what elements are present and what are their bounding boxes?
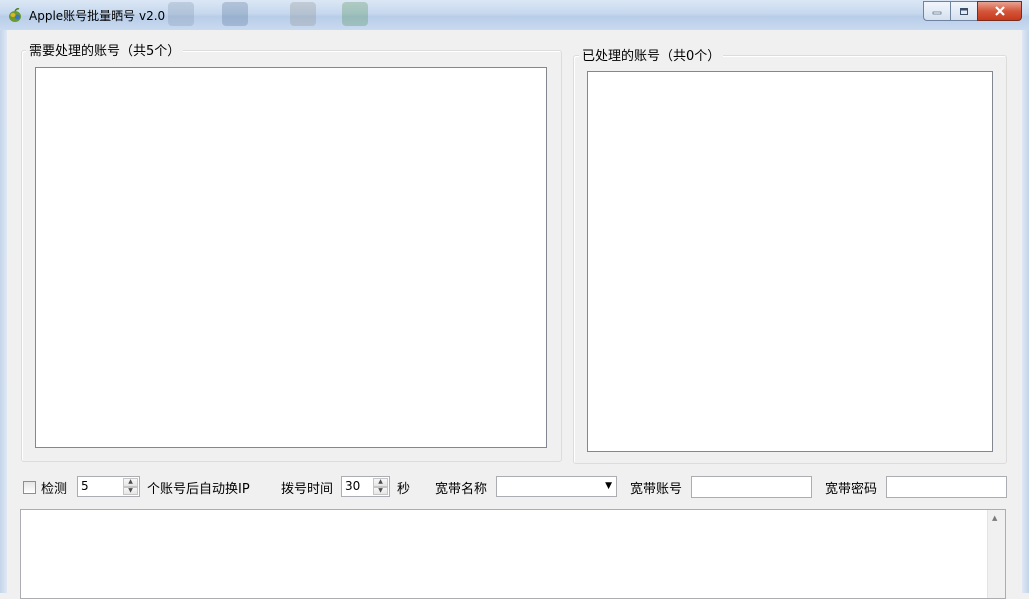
window-controls [923,1,1022,21]
spin-up-icon[interactable]: ▲ [123,478,138,487]
title-bar[interactable]: Apple账号批量晒号 v2.0 [0,0,1029,31]
scroll-up-icon[interactable]: ▲ [992,514,997,522]
broadband-password-label: 宽带密码 [825,482,878,497]
broadband-name-select[interactable]: ▼ [496,476,617,497]
close-button[interactable] [977,1,1022,21]
processed-accounts-label: 已处理的账号（共0个） [579,45,724,64]
processed-accounts-list[interactable] [587,71,993,452]
broadband-account-input[interactable] [691,476,812,498]
chevron-down-icon[interactable]: ▼ [605,481,612,491]
toolbar-ghost-icon-2 [222,2,248,26]
toolbar-ghost-icon-4 [342,2,368,26]
detect-count-spinner[interactable]: 5 ▲ ▼ [77,476,140,497]
window-left-border [0,30,7,593]
detect-checkbox[interactable] [23,481,36,494]
dial-time-value: 30 [345,479,361,493]
spin-down-icon[interactable]: ▼ [123,486,138,495]
switch-ip-label: 个账号后自动换IP [147,482,250,497]
dial-time-spinner[interactable]: 30 ▲ ▼ [341,476,390,497]
minimize-button[interactable] [923,1,950,21]
detect-count-value: 5 [81,479,89,493]
detect-label: 检测 [41,482,68,497]
window-right-border [1022,30,1029,593]
maximize-icon [960,7,968,15]
close-icon [994,6,1005,16]
broadband-name-label: 宽带名称 [435,482,488,497]
maximize-button[interactable] [950,1,977,21]
pending-accounts-label: 需要处理的账号（共5个） [26,40,184,59]
detect-count-arrows: ▲ ▼ [123,478,138,495]
toolbar-ghost-icon-3 [290,2,316,26]
log-scrollbar[interactable]: ▲ [987,510,1005,598]
minimize-icon [932,11,942,15]
broadband-password-input[interactable] [886,476,1007,498]
toolbar-ghost-icon-1 [168,2,194,26]
broadband-account-label: 宽带账号 [630,482,683,497]
spin-up-icon[interactable]: ▲ [373,478,388,487]
dial-time-label: 拨号时间 [281,482,334,497]
window-title: Apple账号批量晒号 v2.0 [29,9,166,23]
pending-accounts-list[interactable] [35,67,547,448]
seconds-label: 秒 [397,482,411,497]
spin-down-icon[interactable]: ▼ [373,486,388,495]
dial-time-arrows: ▲ ▼ [373,478,388,495]
log-textarea[interactable]: ▲ [20,509,1006,599]
apple-logo-icon [9,8,21,22]
